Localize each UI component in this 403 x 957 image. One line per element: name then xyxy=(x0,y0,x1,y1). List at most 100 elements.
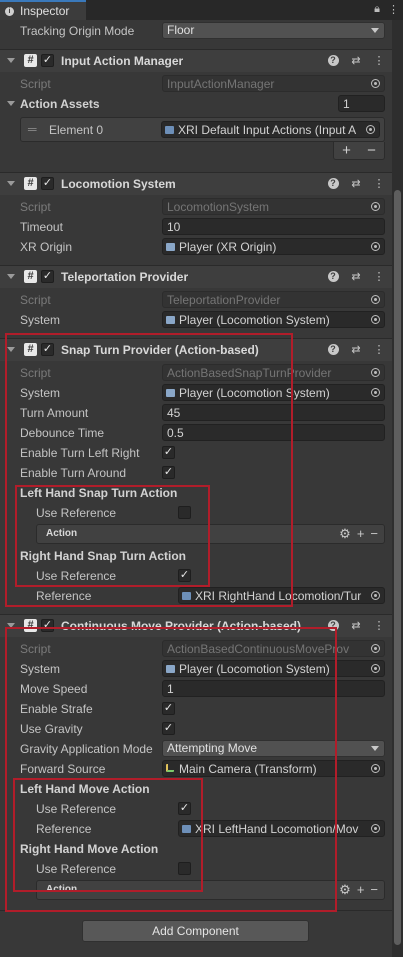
use-gravity-checkbox[interactable]: ✓ xyxy=(162,722,175,735)
help-icon[interactable]: ? xyxy=(326,54,340,67)
action-assets-row[interactable]: Action Assets 1 xyxy=(0,94,392,114)
preset-icon[interactable]: ⇄ xyxy=(349,270,363,283)
lock-icon[interactable]: 🔒︎ xyxy=(374,3,380,16)
preset-icon[interactable]: ⇄ xyxy=(349,54,363,67)
object-picker-icon[interactable] xyxy=(371,664,380,673)
script-field: TeleportationProvider xyxy=(162,291,385,308)
more-icon[interactable]: ⋮ xyxy=(388,3,399,16)
remove-element-icon[interactable]: − xyxy=(367,142,376,159)
tab-inspector[interactable]: i Inspector xyxy=(0,0,86,20)
enable-strafe-checkbox[interactable]: ✓ xyxy=(162,702,175,715)
object-picker-icon[interactable] xyxy=(371,764,380,773)
component-title: Continuous Move Provider (Action-based) xyxy=(61,619,302,633)
preset-icon[interactable]: ⇄ xyxy=(349,619,363,632)
component-enabled-checkbox[interactable]: ✓ xyxy=(41,619,54,632)
move-speed-field[interactable]: 1 xyxy=(162,680,385,697)
add-binding-icon[interactable]: + xyxy=(357,882,365,898)
xr-origin-field[interactable]: Player (XR Origin) xyxy=(162,238,385,255)
context-menu-icon[interactable]: ⋮ xyxy=(372,54,386,67)
tracking-origin-dropdown[interactable]: Floor xyxy=(162,22,385,39)
help-icon[interactable]: ? xyxy=(326,270,340,283)
tab-bar: i Inspector 🔒︎ ⋮ xyxy=(0,0,403,20)
component-enabled-checkbox[interactable]: ✓ xyxy=(41,177,54,190)
use-reference-checkbox[interactable] xyxy=(178,506,191,519)
context-menu-icon[interactable]: ⋮ xyxy=(372,177,386,190)
left-hand-snap-turn-action-label: Left Hand Snap Turn Action xyxy=(20,486,178,500)
right-hand-move-action-label: Right Hand Move Action xyxy=(20,842,159,856)
turn-amount-field[interactable]: 45 xyxy=(162,404,385,421)
foldout-arrow-icon[interactable] xyxy=(7,181,15,186)
element-0-value: XRI Default Input Actions (Input A xyxy=(178,123,357,137)
script-row: Script LocomotionSystem xyxy=(0,197,392,217)
object-picker-icon[interactable] xyxy=(366,125,375,134)
use-reference-checkbox[interactable]: ✓ xyxy=(178,569,191,582)
turn-amount-row: Turn Amount 45 xyxy=(0,403,392,423)
timeout-field[interactable]: 10 xyxy=(162,218,385,235)
use-reference-label: Use Reference xyxy=(36,862,117,876)
object-picker-icon[interactable] xyxy=(371,824,380,833)
continuous-move-provider-header[interactable]: # ✓ Continuous Move Provider (Action-bas… xyxy=(0,614,392,637)
system-field[interactable]: Player (Locomotion System) xyxy=(162,311,385,328)
gear-icon[interactable]: ⚙ xyxy=(339,882,351,898)
component-title: Teleportation Provider xyxy=(61,270,189,284)
scrollbar-thumb[interactable] xyxy=(394,190,401,945)
add-binding-icon[interactable]: + xyxy=(357,526,365,542)
help-icon[interactable]: ? xyxy=(326,619,340,632)
preset-icon[interactable]: ⇄ xyxy=(349,343,363,356)
reference-field[interactable]: XRI LeftHand Locomotion/Mov xyxy=(178,820,385,837)
enable-turn-left-right-checkbox[interactable]: ✓ xyxy=(162,446,175,459)
script-value: ActionBasedContinuousMoveProv xyxy=(167,642,350,656)
enable-turn-around-checkbox[interactable]: ✓ xyxy=(162,466,175,479)
context-menu-icon[interactable]: ⋮ xyxy=(372,270,386,283)
header-icons: ? ⇄ ⋮ xyxy=(326,270,386,283)
enable-turn-left-right-label: Enable Turn Left Right xyxy=(20,446,140,460)
action-assets-size-field[interactable]: 1 xyxy=(338,95,385,112)
gameobject-icon xyxy=(166,243,175,251)
script-label: Script xyxy=(20,366,51,380)
object-picker-icon[interactable] xyxy=(371,315,380,324)
teleportation-provider-header[interactable]: # ✓ Teleportation Provider ? ⇄ ⋮ xyxy=(0,265,392,288)
component-enabled-checkbox[interactable]: ✓ xyxy=(41,270,54,283)
remove-binding-icon[interactable]: − xyxy=(370,526,378,542)
add-element-icon[interactable]: + xyxy=(342,142,351,159)
foldout-arrow-icon[interactable] xyxy=(7,623,15,628)
foldout-arrow-icon[interactable] xyxy=(7,274,15,279)
help-icon[interactable]: ? xyxy=(326,343,340,356)
object-picker-icon[interactable] xyxy=(371,242,380,251)
snap-turn-provider-header[interactable]: # ✓ Snap Turn Provider (Action-based) ? ⇄… xyxy=(0,338,392,361)
help-icon[interactable]: ? xyxy=(326,177,340,190)
component-enabled-checkbox[interactable]: ✓ xyxy=(41,54,54,67)
right-hand-snap-turn-action-row: Right Hand Snap Turn Action xyxy=(0,546,392,566)
input-action-manager-header[interactable]: # ✓ Input Action Manager ? ⇄ ⋮ xyxy=(0,49,392,72)
object-picker-icon[interactable] xyxy=(371,388,380,397)
system-field[interactable]: Player (Locomotion System) xyxy=(162,660,385,677)
foldout-arrow-icon[interactable] xyxy=(7,58,15,63)
drag-handle-icon[interactable]: ═ xyxy=(28,122,37,136)
system-field[interactable]: Player (Locomotion System) xyxy=(162,384,385,401)
locomotion-system-header[interactable]: # ✓ Locomotion System ? ⇄ ⋮ xyxy=(0,172,392,195)
foldout-arrow-icon[interactable] xyxy=(7,101,15,106)
component-enabled-checkbox[interactable]: ✓ xyxy=(41,343,54,356)
system-label: System xyxy=(20,313,61,327)
gear-icon[interactable]: ⚙ xyxy=(339,526,351,542)
use-gravity-row: Use Gravity ✓ xyxy=(0,719,392,739)
use-reference-checkbox[interactable] xyxy=(178,862,191,875)
use-reference-checkbox[interactable]: ✓ xyxy=(178,802,191,815)
preset-icon[interactable]: ⇄ xyxy=(349,177,363,190)
add-component-button[interactable]: Add Component xyxy=(82,920,309,942)
gravity-application-mode-dropdown[interactable]: Attempting Move xyxy=(162,740,385,757)
reference-field[interactable]: XRI RightHand Locomotion/Tur xyxy=(178,587,385,604)
dropdown-arrow-icon xyxy=(371,28,379,33)
debounce-time-field[interactable]: 0.5 xyxy=(162,424,385,441)
context-menu-icon[interactable]: ⋮ xyxy=(372,619,386,632)
foldout-arrow-icon[interactable] xyxy=(7,347,15,352)
remove-binding-icon[interactable]: − xyxy=(370,882,378,898)
object-picker-icon[interactable] xyxy=(371,591,380,600)
element-0-field[interactable]: XRI Default Input Actions (Input A xyxy=(161,121,380,138)
script-field: ActionBasedSnapTurnProvider xyxy=(162,364,385,381)
tracking-origin-label: Tracking Origin Mode xyxy=(20,24,135,38)
forward-source-field[interactable]: Main Camera (Transform) xyxy=(162,760,385,777)
xr-origin-value: Player (XR Origin) xyxy=(179,240,277,254)
script-row: Script InputActionManager xyxy=(0,74,392,94)
context-menu-icon[interactable]: ⋮ xyxy=(372,343,386,356)
